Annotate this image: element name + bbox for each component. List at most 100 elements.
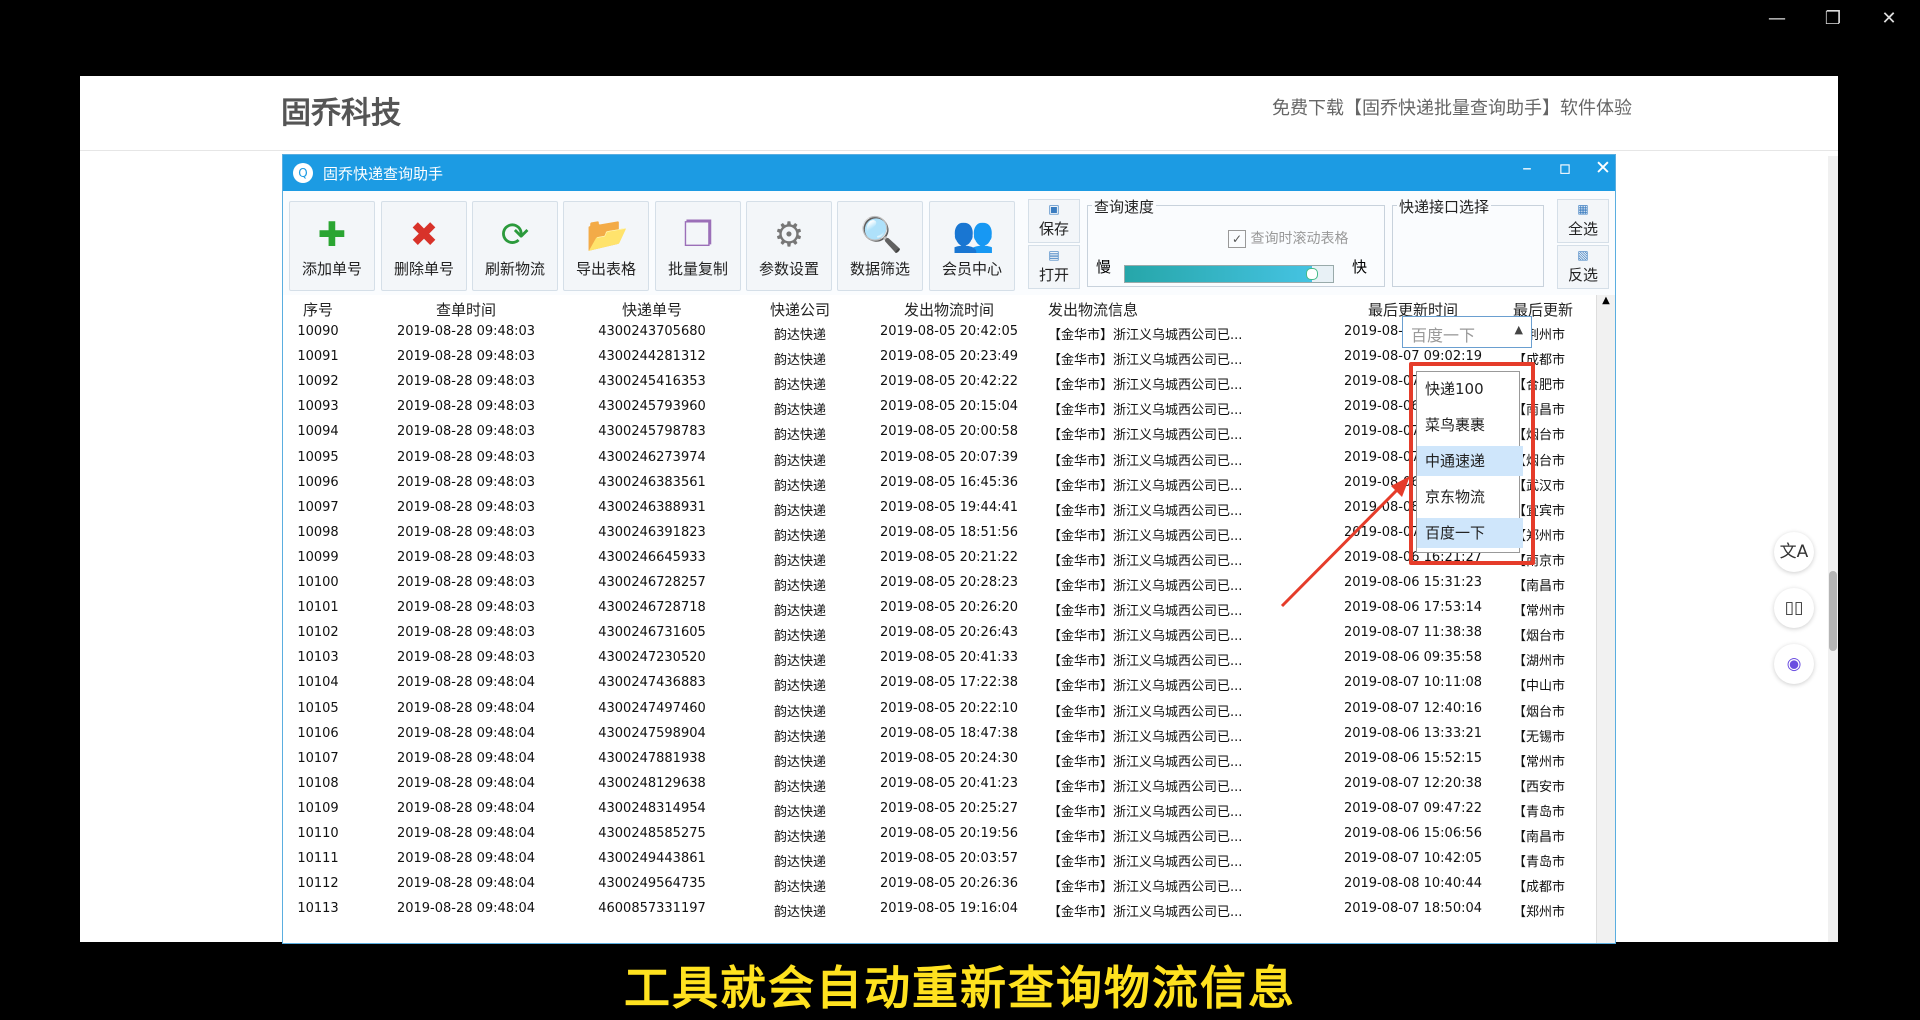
scroll-up-icon[interactable]: ▲ <box>1597 295 1615 306</box>
table-cell: 4300249564735 <box>598 876 706 892</box>
table-cell: 韵达快递 <box>773 654 826 670</box>
table-cell: 2019-08-05 20:15:04 <box>879 399 1019 415</box>
table-row[interactable]: 10099 2019-08-28 09:48:03 4300246645933 韵达快… <box>283 547 1595 572</box>
save-button[interactable]: ▣ 保存 <box>1028 199 1080 243</box>
table-row[interactable]: 10111 2019-08-28 09:48:04 4300249443861 韵达快… <box>283 848 1595 873</box>
table-cell: 10109 <box>297 800 339 816</box>
app-close-button[interactable]: ✕ <box>1587 157 1615 179</box>
table-cell: 韵达快递 <box>773 905 826 921</box>
table-cell: 4300246645933 <box>598 549 706 565</box>
table-cell: 【金华市】浙江义乌城西公司已... <box>1048 503 1243 519</box>
table-cell: 2019-08-05 20:26:43 <box>879 625 1019 641</box>
table-cell: 【西安市 <box>1513 779 1566 795</box>
table-cell: 韵达快递 <box>773 604 826 620</box>
table-row[interactable]: 10090 2019-08-28 09:48:03 4300243705680 韵达快… <box>283 321 1595 346</box>
translate-icon[interactable]: 文A <box>1774 532 1814 572</box>
table-row[interactable]: 10100 2019-08-28 09:48:03 4300246728257 韵达快… <box>283 572 1595 597</box>
table-row[interactable]: 10093 2019-08-28 09:48:03 4300245793960 韵达快… <box>283 396 1595 421</box>
os-close-button[interactable]: ✕ <box>1871 8 1907 29</box>
speed-group-title: 查询速度 <box>1092 196 1157 217</box>
scroll-table-checkbox[interactable]: ✓ 查询时滚动表格 <box>1228 228 1348 248</box>
column-header[interactable]: 序号 <box>289 299 347 320</box>
export-icon: 📂 <box>586 215 629 255</box>
table-cell: 【青岛市 <box>1513 855 1566 871</box>
delete-number-button[interactable]: ✖ 删除单号 <box>381 201 467 291</box>
table-cell: 韵达快递 <box>773 428 826 444</box>
open-button[interactable]: ▤ 打开 <box>1028 245 1080 289</box>
speed-slider-knob[interactable] <box>1306 268 1319 280</box>
table-cell: 【金华市】浙江义乌城西公司已... <box>1048 553 1243 569</box>
table-row[interactable]: 10104 2019-08-28 09:48:04 4300247436883 韵达快… <box>283 672 1595 697</box>
batch-copy-button[interactable]: ❐ 批量复制 <box>655 201 741 291</box>
export-table-button[interactable]: 📂 导出表格 <box>563 201 649 291</box>
table-row[interactable]: 10107 2019-08-28 09:48:04 4300247881938 韵达快… <box>283 748 1595 773</box>
table-row[interactable]: 10095 2019-08-28 09:48:03 4300246273974 韵达快… <box>283 447 1595 472</box>
refresh-logistics-button[interactable]: ⟳ 刷新物流 <box>472 201 558 291</box>
table-row[interactable]: 10108 2019-08-28 09:48:04 4300248129638 韵达快… <box>283 773 1595 798</box>
table-row[interactable]: 10106 2019-08-28 09:48:04 4300247598904 韵达快… <box>283 723 1595 748</box>
table-row[interactable]: 10098 2019-08-28 09:48:03 4300246391823 韵达快… <box>283 522 1595 547</box>
table-row[interactable]: 10113 2019-08-28 09:48:04 4600857331197 韵达快… <box>283 898 1595 923</box>
table-cell: 【金华市】浙江义乌城西公司已... <box>1048 528 1243 544</box>
app-maximize-button[interactable]: ▫ <box>1549 157 1581 179</box>
table-cell: 【湖州市 <box>1513 654 1566 670</box>
table-cell: 4300246388931 <box>598 499 706 515</box>
add-number-button[interactable]: ✚ 添加单号 <box>289 201 375 291</box>
site-header: 固乔科技 免费下载【固乔快递批量查询助手】软件体验 <box>80 76 1838 151</box>
table-row[interactable]: 10105 2019-08-28 09:48:04 4300247497460 韵达快… <box>283 698 1595 723</box>
app-window: Q 固乔快递查询助手 – ▫ ✕ ✚ 添加单号 ✖ 删除单号 ⟳ 刷新物流 📂 … <box>282 154 1616 944</box>
table-scrollbar[interactable]: ▲ <box>1596 295 1615 943</box>
interface-select[interactable]: 百度一下 ▲ <box>1402 316 1532 348</box>
column-header[interactable]: 快递单号 <box>568 299 736 320</box>
table-cell: 2019-08-05 18:47:38 <box>879 725 1019 741</box>
page-scrollbar[interactable] <box>1828 156 1838 942</box>
table-row[interactable]: 10109 2019-08-28 09:48:04 4300248314954 韵达快… <box>283 798 1595 823</box>
table-row[interactable]: 10094 2019-08-28 09:48:03 4300245798783 韵达快… <box>283 421 1595 446</box>
speed-slider[interactable] <box>1124 265 1334 283</box>
assistant-icon[interactable]: ◉ <box>1774 644 1814 684</box>
table-row[interactable]: 10092 2019-08-28 09:48:03 4300245416353 韵达快… <box>283 371 1595 396</box>
invert-select-button[interactable]: ▧ 反选 <box>1557 245 1609 289</box>
table-row[interactable]: 10112 2019-08-28 09:48:04 4300249564735 韵达快… <box>283 873 1595 898</box>
table-cell: 【金华市】浙江义乌城西公司已... <box>1048 779 1243 795</box>
table-row[interactable]: 10097 2019-08-28 09:48:03 4300246388931 韵达快… <box>283 497 1595 522</box>
app-logo-icon: Q <box>293 163 313 183</box>
brand-logo-text[interactable]: 固乔科技 <box>281 88 401 132</box>
table-row[interactable]: 10110 2019-08-28 09:48:04 4300248585275 韵达快… <box>283 823 1595 848</box>
column-header[interactable]: 查单时间 <box>373 299 559 320</box>
reader-icon[interactable]: ▯▯ <box>1774 588 1814 628</box>
os-minimize-button[interactable]: — <box>1759 8 1795 29</box>
table-cell: 2019-08-28 09:48:03 <box>396 499 536 515</box>
column-header[interactable]: 快递公司 <box>751 299 849 320</box>
table-row[interactable]: 10101 2019-08-28 09:48:03 4300246728718 韵达快… <box>283 597 1595 622</box>
table-row[interactable]: 10103 2019-08-28 09:48:03 4300247230520 韵达快… <box>283 647 1595 672</box>
table-cell: 2019-08-28 09:48:03 <box>396 374 536 390</box>
table-cell: 韵达快递 <box>773 553 826 569</box>
table-row[interactable]: 10096 2019-08-28 09:48:03 4300246383561 韵达快… <box>283 472 1595 497</box>
settings-button[interactable]: ⚙ 参数设置 <box>746 201 832 291</box>
table-cell: 2019-08-28 09:48:04 <box>396 826 536 841</box>
column-header[interactable]: 发出物流时间 <box>861 299 1037 320</box>
table-cell: 10104 <box>297 675 339 691</box>
table-row[interactable]: 10102 2019-08-28 09:48:03 4300246731605 韵达快… <box>283 622 1595 647</box>
os-restore-button[interactable]: ❐ <box>1815 8 1851 29</box>
interface-select-value: 百度一下 <box>1411 326 1476 345</box>
settings-icon: ⚙ <box>773 215 805 255</box>
promo-link[interactable]: 免费下载【固乔快递批量查询助手】软件体验 <box>1272 94 1632 120</box>
table-cell: 2019-08-28 09:48:03 <box>396 449 536 465</box>
table-cell: 10107 <box>297 750 339 766</box>
app-minimize-button[interactable]: – <box>1511 157 1543 179</box>
page-scrollbar-thumb[interactable] <box>1829 571 1837 651</box>
table-cell: 2019-08-28 09:48:03 <box>396 349 536 365</box>
column-header[interactable]: 发出物流信息 <box>1048 299 1310 320</box>
table-cell: 2019-08-28 09:48:04 <box>396 675 536 691</box>
select-all-button[interactable]: ▦ 全选 <box>1557 199 1609 243</box>
table-cell: 10092 <box>297 374 339 390</box>
table-row[interactable]: 10091 2019-08-28 09:48:03 4300244281312 韵达快… <box>283 346 1595 371</box>
table-cell: 10095 <box>297 449 339 465</box>
filter-icon: 🔍 <box>860 215 903 255</box>
table-cell: 10098 <box>297 524 339 540</box>
data-filter-button[interactable]: 🔍 数据筛选 <box>837 201 923 291</box>
member-center-button[interactable]: 👥 会员中心 <box>929 201 1015 291</box>
app-titlebar[interactable]: Q 固乔快递查询助手 – ▫ ✕ <box>283 155 1615 191</box>
